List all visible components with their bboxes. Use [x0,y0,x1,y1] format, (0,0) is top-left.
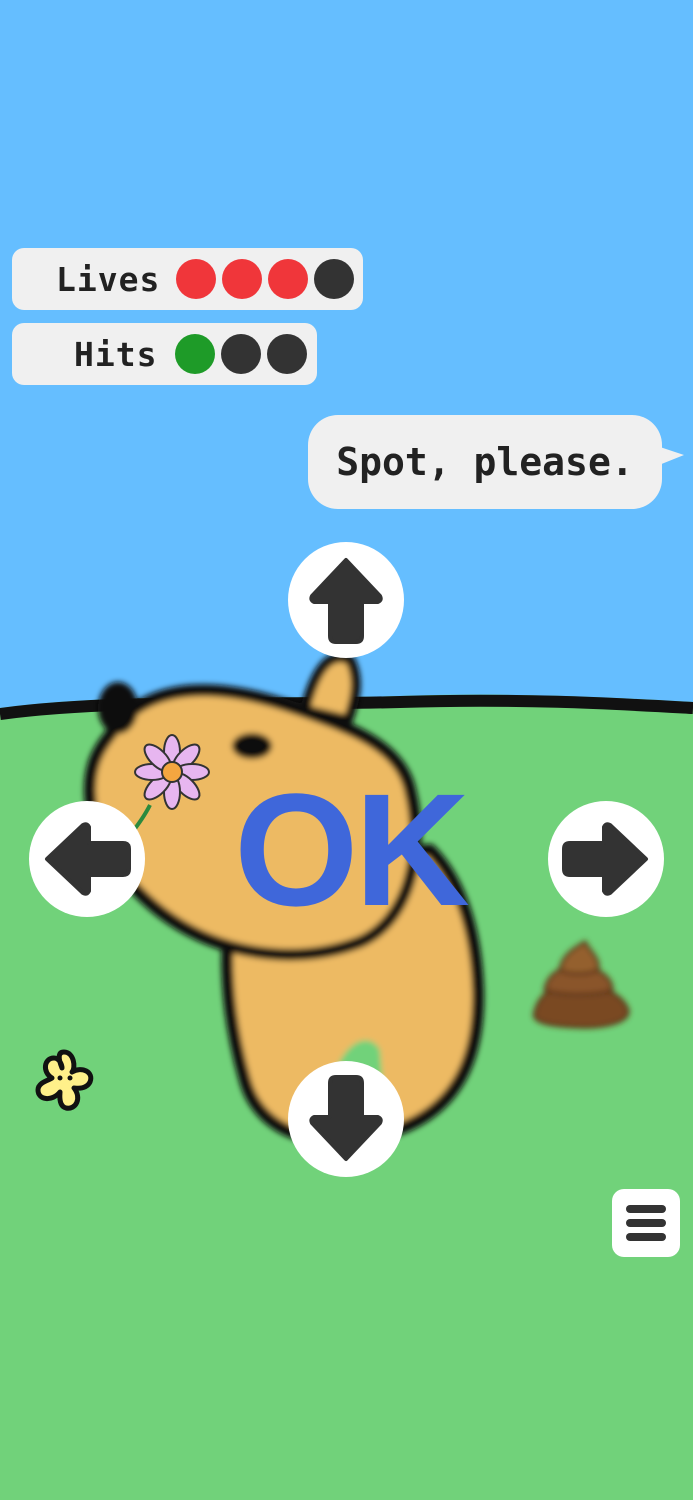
menu-icon [626,1219,666,1227]
arrow-up-icon [309,558,383,644]
lives-label: Lives [56,259,161,299]
lives-panel: Lives [12,248,363,310]
sky-band-top [0,0,693,230]
left-button[interactable] [29,801,145,917]
lives-indicator [170,259,355,299]
speech-bubble: Spot, please. [308,415,684,509]
down-button[interactable] [288,1061,404,1177]
hits-label: Hits [74,334,158,374]
menu-icon [626,1205,666,1213]
hit-dot-empty [221,334,262,374]
arrow-right-icon [562,822,648,896]
hit-dot-empty [267,334,308,374]
menu-icon [626,1233,666,1241]
arrow-left-icon [45,822,131,896]
life-dot-filled [222,259,263,299]
hit-dot-filled [175,334,216,374]
right-button[interactable] [548,801,664,917]
arrow-down-icon [309,1075,383,1161]
ok-feedback: OK [234,760,470,939]
hits-indicator [169,334,308,374]
life-dot-filled [176,259,217,299]
life-dot-empty [314,259,355,299]
life-dot-filled [268,259,309,299]
grass-band-bottom [0,1270,693,1500]
speech-tail [654,445,684,467]
hits-panel: Hits [12,323,317,385]
speech-text: Spot, please. [336,440,634,484]
menu-button[interactable] [612,1189,680,1257]
up-button[interactable] [288,542,404,658]
